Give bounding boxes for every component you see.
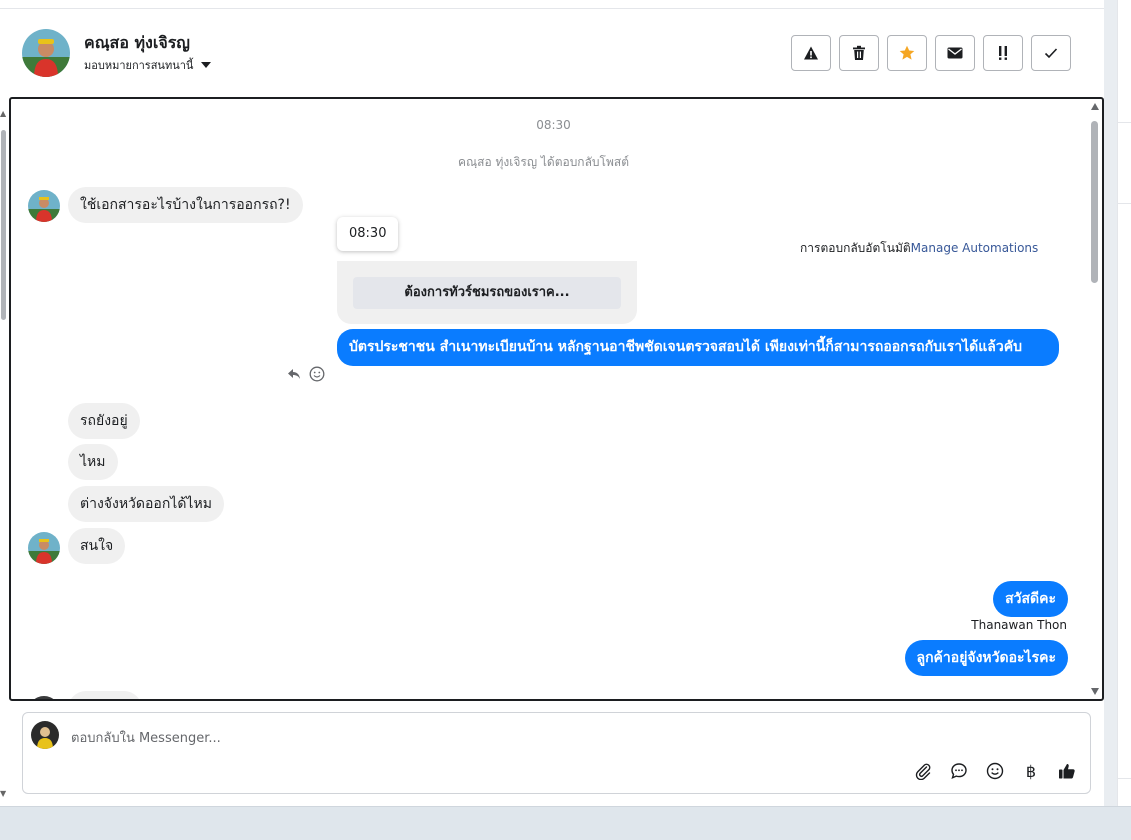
message-bubble-incoming[interactable]: ต่างจังหวัดออกได้ไหม — [68, 486, 224, 522]
composer-tools: ฿ — [912, 760, 1078, 782]
contact-name: คณฺสอ ทุ่งเจิรญ — [84, 33, 190, 52]
contact-avatar-small — [28, 696, 60, 699]
window-gutter — [1104, 0, 1117, 806]
spam-button[interactable] — [791, 35, 831, 71]
page-avatar — [31, 721, 59, 749]
message-bubble-incoming[interactable] — [68, 691, 142, 699]
page-scrollbar[interactable]: ▲ ▼ — [0, 110, 8, 805]
automation-label: การตอบกลับอัตโนมัติManage Automations — [800, 239, 1038, 258]
attachment-button[interactable] — [912, 760, 934, 782]
payment-button[interactable]: ฿ — [1020, 760, 1042, 782]
adjacent-panel — [1117, 0, 1131, 806]
time-tooltip: 08:30 — [337, 217, 399, 251]
reply-composer[interactable]: ตอบกลับใน Messenger... ฿ — [22, 712, 1091, 794]
thumbs-up-icon — [1059, 764, 1075, 779]
thread-timestamp: 08:30 — [536, 118, 571, 132]
trash-icon — [853, 45, 865, 60]
envelope-icon — [947, 47, 963, 59]
follow-up-icon — [999, 46, 1007, 60]
follow-up-button[interactable] — [983, 35, 1023, 71]
thread-scrollbar[interactable] — [1090, 103, 1100, 695]
reply-notice: คณฺสอ ทุ่งเจิรญ ได้ตอบกลับโพสต์ — [457, 155, 630, 169]
warning-icon — [804, 46, 818, 60]
page-scroll-thumb[interactable] — [1, 130, 6, 320]
message-bubble-incoming[interactable]: สนใจ — [68, 528, 126, 564]
sender-name: Thanawan Thon — [971, 618, 1067, 632]
contact-avatar[interactable] — [22, 29, 70, 77]
page-scroll-down[interactable]: ▼ — [0, 790, 6, 798]
conversation-panel: คณฺสอ ทุ่งเจิรญ มอบหมายการสนทนานี้ 08:30… — [0, 0, 1104, 806]
message-hover-actions — [287, 366, 325, 382]
reply-input[interactable]: ตอบกลับใน Messenger... — [71, 727, 221, 748]
message-bubble-incoming[interactable]: ใช้เอกสารอะไรบ้างในการออกรถ?! — [68, 187, 303, 223]
message-bubble-outgoing[interactable]: บัตรประชาชน สำเนาทะเบียนบ้าน หลักฐานอาชี… — [337, 329, 1059, 366]
manage-automations-link[interactable]: Manage Automations — [911, 241, 1039, 255]
conversation-actions — [791, 35, 1071, 71]
contact-avatar-small — [28, 190, 60, 222]
baht-icon: ฿ — [1025, 761, 1037, 781]
message-bubble-incoming[interactable]: ไหม — [68, 444, 118, 480]
assign-conversation-dropdown[interactable]: มอบหมายการสนทนานี้ — [84, 56, 212, 74]
delete-button[interactable] — [839, 35, 879, 71]
mark-done-button[interactable] — [1031, 35, 1071, 71]
message-bubble-incoming[interactable]: รถยังอยู่ — [68, 403, 140, 439]
scroll-up-arrow[interactable] — [1091, 103, 1099, 110]
saved-replies-button[interactable] — [948, 760, 970, 782]
caret-down-icon — [201, 62, 212, 68]
contact-avatar-small — [28, 532, 60, 564]
message-bubble-outgoing[interactable]: สวัสดีคะ — [993, 581, 1068, 617]
scroll-down-arrow[interactable] — [1091, 688, 1099, 695]
emoji-reaction-icon[interactable] — [309, 366, 325, 382]
window-bottom-bar — [0, 806, 1131, 840]
like-button[interactable] — [1056, 760, 1078, 782]
reply-icon[interactable] — [287, 368, 301, 380]
tour-request-button[interactable]: ต้องการทัวร์ชมรถของเราค... — [353, 277, 621, 309]
message-bubble-outgoing[interactable]: ลูกค้าอยู่จังหวัดอะไรคะ — [904, 640, 1068, 676]
star-icon — [899, 45, 915, 60]
smiley-icon — [986, 762, 1004, 780]
top-divider — [0, 8, 1104, 9]
paperclip-icon — [915, 763, 931, 780]
mark-unread-button[interactable] — [935, 35, 975, 71]
chat-bubble-icon — [951, 763, 967, 780]
star-button[interactable] — [887, 35, 927, 71]
check-icon — [1044, 48, 1058, 59]
assign-conversation-label: มอบหมายการสนทนานี้ — [84, 59, 194, 72]
automation-card: ต้องการทัวร์ชมรถของเราค... — [337, 261, 637, 324]
scroll-thumb[interactable] — [1091, 121, 1098, 283]
page-scroll-up[interactable]: ▲ — [0, 110, 6, 118]
automation-text: การตอบกลับอัตโนมัติ — [800, 241, 911, 255]
emoji-button[interactable] — [984, 760, 1006, 782]
message-thread[interactable]: 08:30 คณฺสอ ทุ่งเจิรญ ได้ตอบกลับโพสต์ ใช… — [9, 97, 1104, 701]
